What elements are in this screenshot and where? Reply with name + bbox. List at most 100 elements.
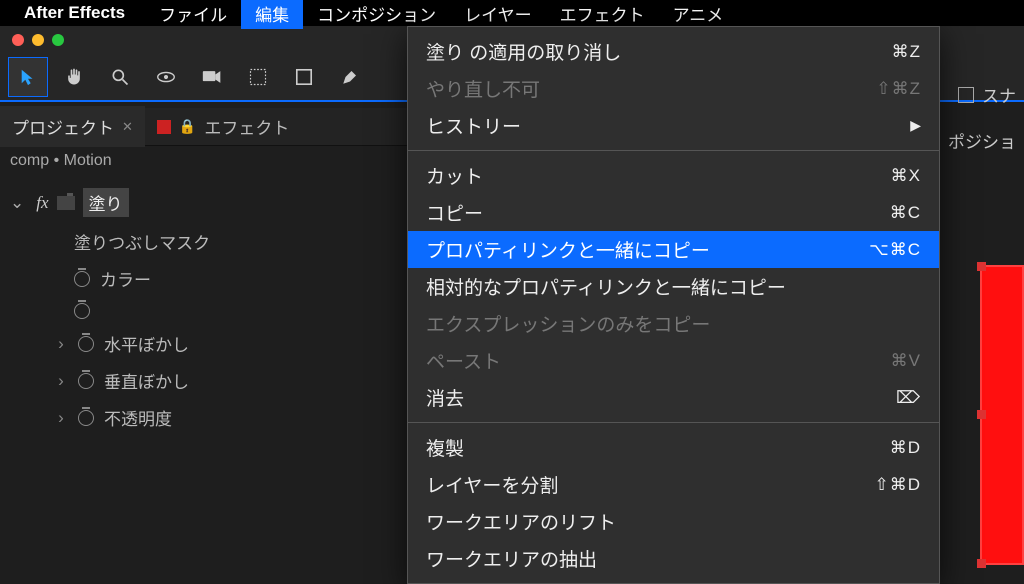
menu-lift-work-area[interactable]: ワークエリアのリフト <box>408 503 939 540</box>
camera-tool[interactable] <box>192 57 232 97</box>
menu-file[interactable]: ファイル <box>145 0 241 29</box>
menu-edit[interactable]: 編集 <box>241 0 303 29</box>
right-comp-label: ポジショ <box>948 133 1016 152</box>
transform-handle-icon[interactable] <box>977 262 986 271</box>
menu-item-label: 消去 <box>426 384 464 411</box>
menu-item-label: エクスプレッションのみをコピー <box>426 310 710 337</box>
edit-menu-dropdown: 塗り の適用の取り消し ⌘Z やり直し不可 ⇧⌘Z ヒストリー ▶ カット ⌘X… <box>407 26 940 584</box>
menu-layer[interactable]: レイヤー <box>450 0 546 29</box>
menu-history[interactable]: ヒストリー ▶ <box>408 107 939 144</box>
preset-icon[interactable] <box>57 196 75 210</box>
effect-name[interactable]: 塗り <box>83 188 129 217</box>
app-name[interactable]: After Effects <box>24 3 125 23</box>
shortcut: ⌘C <box>890 203 921 223</box>
prop-vblur[interactable]: › 垂直ぼかし <box>10 362 397 399</box>
checkbox-icon <box>958 87 974 103</box>
menu-cut[interactable]: カット ⌘X <box>408 157 939 194</box>
viewer-red-shape[interactable] <box>980 265 1024 565</box>
left-panel: プロジェクト ✕ 🔒 エフェクト comp • Motion ⌄ fx 塗り 塗… <box>0 108 407 442</box>
menu-duplicate[interactable]: 複製 ⌘D <box>408 429 939 466</box>
stopwatch-icon[interactable] <box>78 410 94 426</box>
transform-handle-icon[interactable] <box>977 410 986 419</box>
menu-effect[interactable]: エフェクト <box>546 0 659 29</box>
stopwatch-icon[interactable] <box>74 303 90 319</box>
menu-item-label: 塗り の適用の取り消し <box>426 38 621 65</box>
chevron-right-icon[interactable]: › <box>54 408 68 428</box>
menu-copy-expression-only: エクスプレッションのみをコピー <box>408 305 939 342</box>
roi-tool[interactable] <box>238 57 278 97</box>
menu-copy-with-relative-property-links[interactable]: 相対的なプロパティリンクと一緒にコピー <box>408 268 939 305</box>
pen-tool[interactable] <box>330 57 370 97</box>
menu-copy[interactable]: コピー ⌘C <box>408 194 939 231</box>
menu-item-label: ワークエリアの抽出 <box>426 545 597 572</box>
snap-label: スナ <box>982 82 1016 107</box>
right-composition-tab[interactable]: ポジショ <box>940 120 1024 161</box>
menu-separator <box>408 422 939 423</box>
snap-toggle[interactable]: スナ <box>950 74 1024 115</box>
tab-effects-label: エフェクト <box>204 114 289 139</box>
prop-label: 塗りつぶしマスク <box>74 229 210 254</box>
twirl-down-icon[interactable]: ⌄ <box>10 193 24 213</box>
menu-item-label: 相対的なプロパティリンクと一緒にコピー <box>426 273 786 300</box>
stopwatch-icon[interactable] <box>74 271 90 287</box>
prop-label: 垂直ぼかし <box>104 368 189 393</box>
menu-undo[interactable]: 塗り の適用の取り消し ⌘Z <box>408 33 939 70</box>
menu-clear[interactable]: 消去 ⌦ <box>408 379 939 416</box>
shortcut: ⌘X <box>891 166 921 186</box>
chevron-right-icon[interactable]: › <box>54 334 68 354</box>
orbit-tool[interactable] <box>146 57 186 97</box>
effect-controls: ⌄ fx 塗り 塗りつぶしマスク カラー › 水平ぼかし › 垂直ぼかし › <box>0 176 407 442</box>
minimize-window-button[interactable] <box>32 34 44 46</box>
shortcut: ⌘V <box>891 351 921 371</box>
prop-label: 水平ぼかし <box>104 331 189 356</box>
shortcut: ⇧⌘D <box>874 475 921 495</box>
tab-close-icon[interactable]: ✕ <box>122 119 133 135</box>
prop-label: 不透明度 <box>104 405 172 430</box>
tab-project[interactable]: プロジェクト ✕ <box>0 106 145 147</box>
menu-item-label: ヒストリー <box>426 112 521 139</box>
menu-item-label: カット <box>426 162 483 189</box>
macos-menubar: After Effects ファイル 編集 コンポジション レイヤー エフェクト… <box>0 0 1024 26</box>
menu-item-label: プロパティリンクと一緒にコピー <box>426 236 710 263</box>
menu-item-label: ワークエリアのリフト <box>426 508 616 535</box>
stopwatch-icon[interactable] <box>78 373 94 389</box>
menu-copy-with-property-links[interactable]: プロパティリンクと一緒にコピー ⌥⌘C <box>408 231 939 268</box>
tab-project-label: プロジェクト <box>12 114 114 139</box>
selection-tool[interactable] <box>8 57 48 97</box>
menu-redo: やり直し不可 ⇧⌘Z <box>408 70 939 107</box>
submenu-arrow-icon: ▶ <box>910 117 921 134</box>
shortcut: ⌘D <box>890 438 921 458</box>
menu-item-label: 複製 <box>426 434 464 461</box>
menu-separator <box>408 150 939 151</box>
prop-empty <box>10 297 397 325</box>
prop-opacity[interactable]: › 不透明度 <box>10 399 397 436</box>
prop-hblur[interactable]: › 水平ぼかし <box>10 325 397 362</box>
menu-item-label: やり直し不可 <box>426 75 540 102</box>
menu-split-layer[interactable]: レイヤーを分割 ⇧⌘D <box>408 466 939 503</box>
hand-tool[interactable] <box>54 57 94 97</box>
shortcut: ⌥⌘C <box>869 240 921 260</box>
fx-icon[interactable]: fx <box>36 193 48 213</box>
tab-effects[interactable]: 🔒 エフェクト <box>145 106 301 147</box>
chevron-right-icon[interactable]: › <box>54 371 68 391</box>
menu-animation[interactable]: アニメ <box>659 0 738 29</box>
menu-item-label: コピー <box>426 199 483 226</box>
shortcut: ⌘Z <box>892 42 921 62</box>
stopwatch-icon[interactable] <box>78 336 94 352</box>
zoom-window-button[interactable] <box>52 34 64 46</box>
right-options: スナ <box>950 74 1024 115</box>
menu-extract-work-area[interactable]: ワークエリアの抽出 <box>408 540 939 577</box>
prop-label: カラー <box>100 266 151 291</box>
transform-handle-icon[interactable] <box>977 559 986 568</box>
menu-item-label: レイヤーを分割 <box>426 471 558 498</box>
shortcut: ⇧⌘Z <box>876 79 921 99</box>
zoom-tool[interactable] <box>100 57 140 97</box>
effect-path: comp • Motion <box>0 146 407 176</box>
prop-color[interactable]: カラー <box>10 260 397 297</box>
close-window-button[interactable] <box>12 34 24 46</box>
effect-row[interactable]: ⌄ fx 塗り <box>10 188 397 217</box>
shape-tool[interactable] <box>284 57 324 97</box>
menu-item-label: ペースト <box>426 347 501 374</box>
prop-fill-mask[interactable]: 塗りつぶしマスク <box>10 223 397 260</box>
menu-composition[interactable]: コンポジション <box>303 0 450 29</box>
